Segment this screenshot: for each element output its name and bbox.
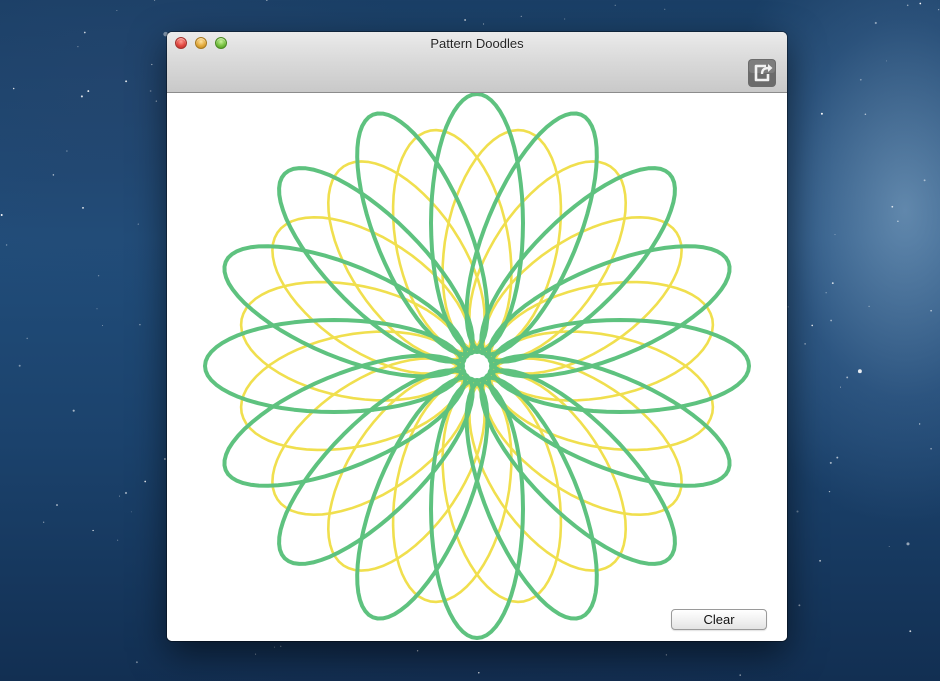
star <box>483 23 485 25</box>
star <box>83 31 86 34</box>
star <box>825 292 827 294</box>
star <box>520 15 522 18</box>
star <box>151 63 153 66</box>
star <box>125 80 128 83</box>
star <box>923 179 926 182</box>
star <box>43 521 45 523</box>
star <box>5 244 8 246</box>
star <box>137 223 139 225</box>
star <box>82 207 84 209</box>
star <box>938 9 940 11</box>
star <box>891 205 894 208</box>
star <box>930 309 932 312</box>
star <box>66 150 68 152</box>
star <box>739 674 741 676</box>
star <box>464 19 466 21</box>
star <box>836 456 839 459</box>
star <box>149 90 152 92</box>
star <box>52 174 55 176</box>
star <box>665 654 668 656</box>
star <box>478 672 480 674</box>
star <box>87 90 90 93</box>
star <box>80 95 83 98</box>
star <box>163 458 166 460</box>
pattern-petal <box>489 318 751 414</box>
star <box>857 369 862 374</box>
star <box>139 323 141 326</box>
star <box>820 112 823 115</box>
share-button[interactable] <box>747 58 777 88</box>
star <box>92 529 94 532</box>
star <box>144 480 147 483</box>
star <box>859 78 862 81</box>
star <box>154 0 156 2</box>
pattern-petal <box>429 93 525 354</box>
star <box>819 559 822 562</box>
star <box>839 386 842 388</box>
star <box>280 645 282 647</box>
star <box>77 45 79 48</box>
star <box>798 604 801 607</box>
drawing-canvas[interactable]: Clear <box>167 93 787 641</box>
star <box>26 337 28 340</box>
star <box>72 409 75 412</box>
star <box>96 308 98 310</box>
window-title: Pattern Doodles <box>430 36 524 51</box>
share-icon <box>748 59 776 87</box>
star <box>930 447 932 450</box>
star <box>831 282 834 284</box>
star <box>909 630 912 633</box>
star <box>102 325 103 326</box>
star <box>416 650 419 652</box>
star <box>119 495 121 497</box>
star <box>919 423 921 425</box>
star <box>787 306 789 308</box>
star <box>564 18 566 20</box>
star <box>919 2 922 5</box>
star <box>135 661 138 664</box>
star <box>18 364 21 367</box>
star <box>868 305 870 308</box>
star <box>12 87 15 90</box>
star <box>906 4 909 7</box>
star <box>0 214 3 216</box>
star <box>834 234 836 236</box>
star <box>56 504 58 506</box>
clear-button[interactable]: Clear <box>671 609 767 630</box>
pattern-petal <box>203 318 465 414</box>
pattern-petal <box>429 378 525 640</box>
star <box>255 653 257 655</box>
star <box>830 319 832 322</box>
star <box>614 4 616 6</box>
star <box>804 343 806 345</box>
star <box>116 9 118 11</box>
star <box>664 8 666 10</box>
app-window: Pattern Doodles Clear <box>167 32 787 641</box>
star <box>846 376 849 379</box>
star <box>811 324 813 327</box>
star <box>864 113 867 115</box>
star <box>155 100 157 102</box>
star <box>829 461 832 464</box>
star <box>888 546 890 548</box>
star <box>265 0 268 1</box>
star <box>130 511 132 513</box>
star <box>828 490 831 493</box>
star <box>886 60 887 62</box>
star <box>796 510 799 513</box>
star <box>906 542 910 546</box>
star <box>897 220 899 223</box>
star <box>874 21 877 25</box>
star <box>117 539 119 541</box>
star <box>124 491 128 495</box>
star <box>274 646 276 648</box>
title-bar: Pattern Doodles <box>167 32 787 93</box>
pattern-doodle <box>203 93 751 640</box>
star <box>97 275 100 277</box>
